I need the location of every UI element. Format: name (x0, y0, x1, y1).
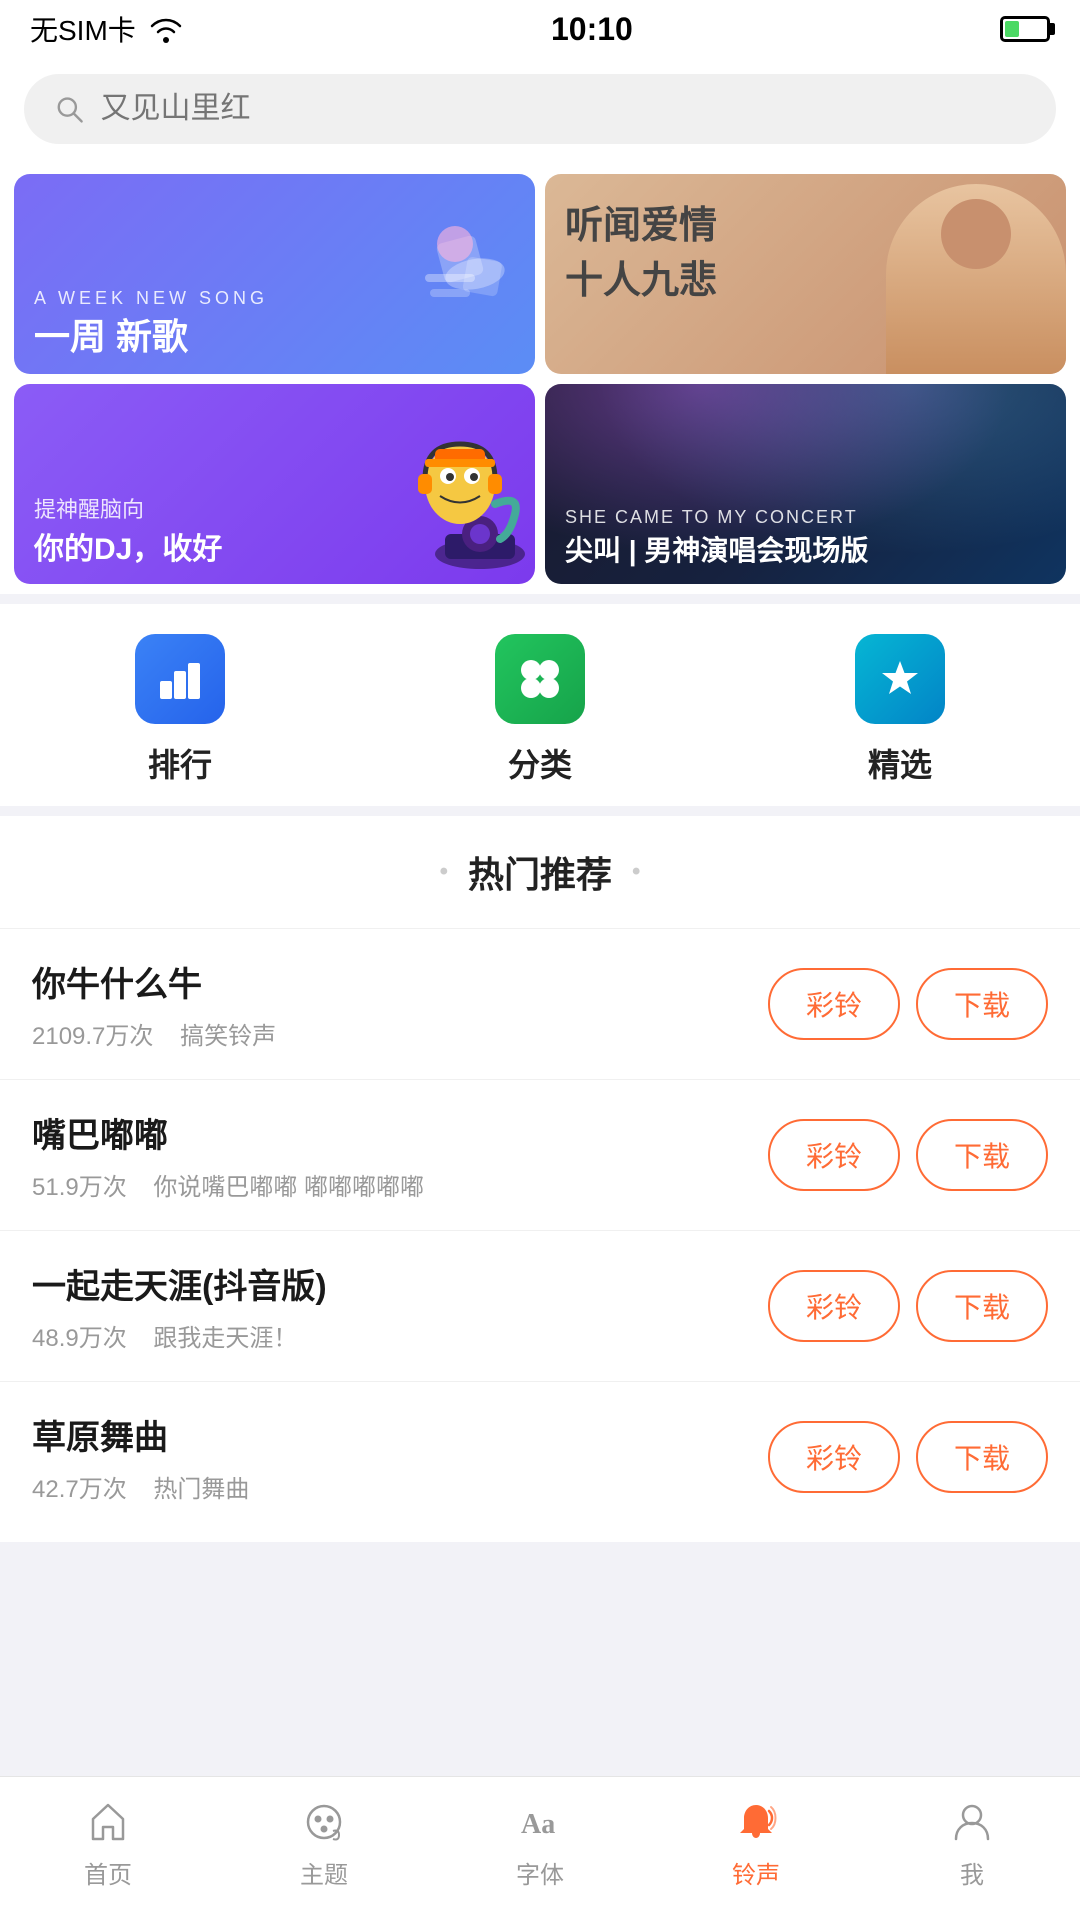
bottom-nav: 首页 主题 Aa 字体 (0, 1776, 1080, 1920)
palette-icon (299, 1797, 349, 1847)
download-btn-2[interactable]: 下载 (916, 1119, 1048, 1191)
category-section: 排行 分类 精选 (0, 604, 1080, 806)
song-actions-1: 彩铃 下载 (768, 968, 1048, 1040)
song-name-1: 你牛什么牛 (32, 957, 768, 1006)
banner-dj-text: 提神醒脑向 你的DJ，收好 (14, 476, 535, 584)
battery-fill (1005, 21, 1019, 37)
hot-title: 热门推荐 (0, 846, 1080, 898)
banner-concert[interactable]: SHE CAME TO MY CONCERT 尖叫 | 男神演唱会现场版 (545, 384, 1066, 584)
download-btn-1[interactable]: 下载 (916, 968, 1048, 1040)
nav-ringtone-label: 铃声 (732, 1855, 780, 1890)
banner-dj[interactable]: 提神醒脑向 你的DJ，收好 (14, 384, 535, 584)
category-rank[interactable]: 排行 (135, 634, 225, 786)
song-item-3: 一起走天涯(抖音版) 48.9万次 跟我走天涯！ 彩铃 下载 (0, 1230, 1080, 1381)
status-time: 10:10 (551, 11, 633, 48)
nav-home[interactable]: 首页 (38, 1797, 178, 1890)
song-meta-4: 42.7万次 热门舞曲 (32, 1469, 768, 1504)
status-bar: 无SIM卡 10:10 (0, 0, 1080, 58)
ringtone-btn-4[interactable]: 彩铃 (768, 1421, 900, 1493)
song-name-4: 草原舞曲 (32, 1410, 768, 1459)
bell-icon (731, 1797, 781, 1847)
rank-icon-bg (135, 634, 225, 724)
banner-weekly-text: A WEEK NEW SONG 一周 新歌 (14, 272, 535, 374)
font-icon: Aa (515, 1797, 565, 1847)
download-btn-3[interactable]: 下载 (916, 1270, 1048, 1342)
song-info-2: 嘴巴嘟嘟 51.9万次 你说嘴巴嘟嘟 嘟嘟嘟嘟嘟 (32, 1108, 768, 1202)
nav-theme[interactable]: 主题 (254, 1797, 394, 1890)
download-btn-4[interactable]: 下载 (916, 1421, 1048, 1493)
user-icon (947, 1797, 997, 1847)
song-meta-3: 48.9万次 跟我走天涯！ (32, 1318, 768, 1353)
grid-icon-bg (495, 634, 585, 724)
banner-love[interactable]: 听闻爱情 十人九悲 (545, 174, 1066, 374)
hot-section: 热门推荐 你牛什么牛 2109.7万次 搞笑铃声 彩铃 下载 嘴巴嘟嘟 (0, 816, 1080, 1542)
status-right (1000, 16, 1050, 42)
rank-label: 排行 (148, 740, 212, 786)
song-item-1: 你牛什么牛 2109.7万次 搞笑铃声 彩铃 下载 (0, 928, 1080, 1079)
song-name-3: 一起走天涯(抖音版) (32, 1259, 768, 1308)
grid-icon (514, 653, 566, 705)
genre-label: 分类 (508, 740, 572, 786)
song-actions-3: 彩铃 下载 (768, 1270, 1048, 1342)
song-meta-1: 2109.7万次 搞笑铃声 (32, 1016, 768, 1051)
song-item-4: 草原舞曲 42.7万次 热门舞曲 彩铃 下载 (0, 1381, 1080, 1532)
banner-love-text: 听闻爱情 十人九悲 (565, 194, 717, 304)
song-item-2: 嘴巴嘟嘟 51.9万次 你说嘴巴嘟嘟 嘟嘟嘟嘟嘟 彩铃 下载 (0, 1079, 1080, 1230)
nav-font[interactable]: Aa 字体 (470, 1797, 610, 1890)
search-input[interactable] (100, 92, 1026, 126)
star-icon-bg (855, 634, 945, 724)
svg-text:Aa: Aa (521, 1809, 555, 1840)
wifi-icon (148, 15, 184, 43)
nav-font-label: 字体 (516, 1855, 564, 1890)
status-carrier: 无SIM卡 (30, 9, 184, 49)
search-bar-section (0, 58, 1080, 164)
song-name-2: 嘴巴嘟嘟 (32, 1108, 768, 1157)
banner-concert-text: SHE CAME TO MY CONCERT 尖叫 | 男神演唱会现场版 (545, 491, 1066, 584)
category-featured[interactable]: 精选 (855, 634, 945, 786)
nav-me-label: 我 (960, 1855, 984, 1890)
song-list: 你牛什么牛 2109.7万次 搞笑铃声 彩铃 下载 嘴巴嘟嘟 51.9万次 你 (0, 928, 1080, 1532)
featured-label: 精选 (868, 740, 932, 786)
song-actions-2: 彩铃 下载 (768, 1119, 1048, 1191)
ringtone-btn-2[interactable]: 彩铃 (768, 1119, 900, 1191)
song-info-3: 一起走天涯(抖音版) 48.9万次 跟我走天涯！ (32, 1259, 768, 1353)
song-info-1: 你牛什么牛 2109.7万次 搞笑铃声 (32, 957, 768, 1051)
chart-icon (154, 653, 206, 705)
home-icon (83, 1797, 133, 1847)
nav-ringtone[interactable]: 铃声 (686, 1797, 826, 1890)
banner-weekly[interactable]: A WEEK NEW SONG 一周 新歌 (14, 174, 535, 374)
ringtone-btn-1[interactable]: 彩铃 (768, 968, 900, 1040)
battery-icon (1000, 16, 1050, 42)
nav-me[interactable]: 我 (902, 1797, 1042, 1890)
nav-theme-label: 主题 (300, 1855, 348, 1890)
song-info-4: 草原舞曲 42.7万次 热门舞曲 (32, 1410, 768, 1504)
category-genre[interactable]: 分类 (495, 634, 585, 786)
song-actions-4: 彩铃 下载 (768, 1421, 1048, 1493)
nav-home-label: 首页 (84, 1855, 132, 1890)
song-meta-2: 51.9万次 你说嘴巴嘟嘟 嘟嘟嘟嘟嘟 (32, 1167, 768, 1202)
banner-grid: A WEEK NEW SONG 一周 新歌 听闻爱情 十人九悲 (0, 164, 1080, 594)
ringtone-btn-3[interactable]: 彩铃 (768, 1270, 900, 1342)
search-bar[interactable] (24, 74, 1056, 144)
search-icon (54, 93, 84, 125)
star-icon (874, 653, 926, 705)
